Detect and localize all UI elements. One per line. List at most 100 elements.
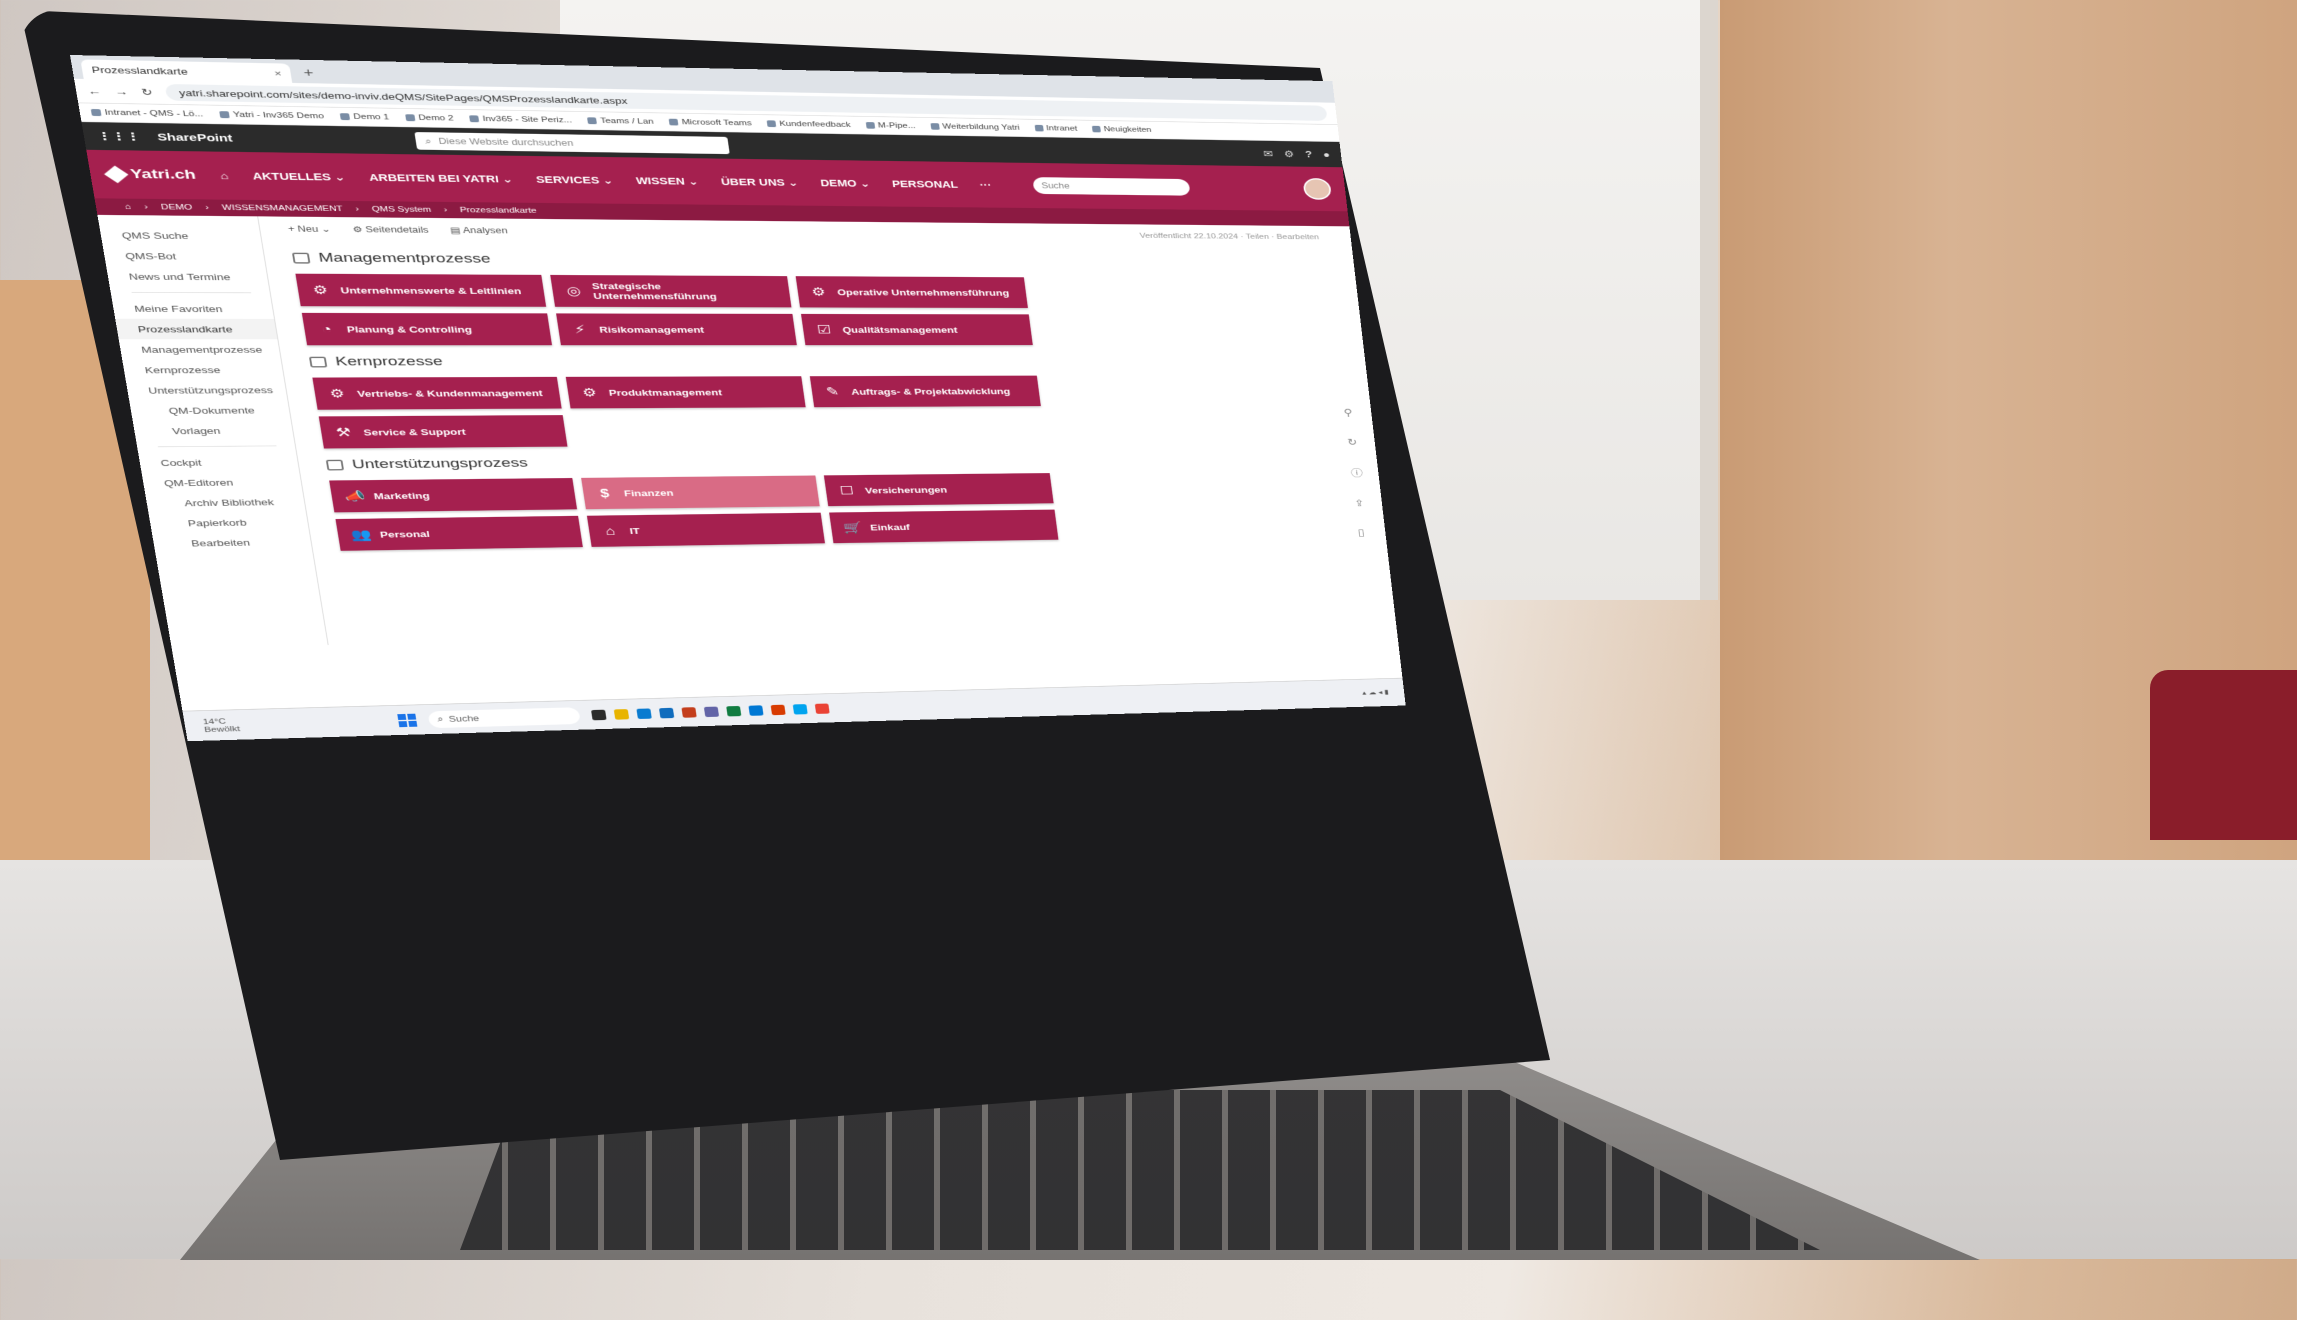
windows-start-icon[interactable] bbox=[396, 713, 417, 727]
taskbar-app-icon[interactable] bbox=[635, 708, 652, 719]
sidebar-item-vorlagen[interactable]: Vorlagen bbox=[153, 420, 293, 441]
taskbar-app-icon[interactable] bbox=[792, 703, 808, 715]
settings-icon[interactable]: ⚙ bbox=[1283, 148, 1294, 159]
sidebar-item-qm-editoren[interactable]: QM-Editoren bbox=[162, 471, 302, 493]
sidebar-item-bearbeiten[interactable]: Bearbeiten bbox=[173, 531, 313, 553]
page-details-button[interactable]: ⚙ Seitendetails bbox=[352, 225, 429, 235]
close-icon[interactable]: × bbox=[273, 68, 282, 78]
app-launcher-icon[interactable]: ⋮⋮⋮ bbox=[96, 130, 141, 143]
taskbar-app-icon[interactable] bbox=[814, 703, 830, 714]
nav-item-arbeiten[interactable]: ARBEITEN BEI YATRI ⌄ bbox=[368, 172, 513, 185]
chat-icon[interactable]: ✉ bbox=[1263, 148, 1274, 159]
bookmark[interactable]: Weiterbildung Yatri bbox=[930, 122, 1020, 132]
nav-item-demo[interactable]: DEMO ⌄ bbox=[820, 177, 871, 189]
bookmark[interactable]: Kundenfeedback bbox=[766, 120, 851, 129]
nav-item-aktuelles[interactable]: AKTUELLES ⌄ bbox=[252, 170, 347, 183]
tile-produktmanagement[interactable]: ⚙ Produktmanagement bbox=[565, 376, 806, 409]
taskbar-app-icon[interactable] bbox=[658, 707, 674, 719]
bookmark[interactable]: Inv365 - Site Periz... bbox=[469, 115, 572, 124]
taskbar-app-icon[interactable] bbox=[590, 709, 607, 721]
tile-personal[interactable]: 👥 Personal bbox=[335, 515, 583, 551]
sidebar-item-archiv[interactable]: Archiv Bibliothek bbox=[166, 491, 306, 513]
pin-icon[interactable]: ⚲ bbox=[1343, 407, 1356, 419]
tile-vertrieb[interactable]: ⚙ Vertriebs- & Kundenmanagement bbox=[312, 376, 562, 410]
sidebar-item-cockpit[interactable]: Cockpit bbox=[159, 451, 299, 472]
main-content: + Neu ⌄ ⚙ Seitendetails ▤ Analysen Veröf… bbox=[258, 216, 1396, 645]
nav-item-personal[interactable]: PERSONAL bbox=[891, 179, 958, 190]
tile-strategische-fuehrung[interactable]: ◎ Strategische Unternehmensführung bbox=[550, 274, 792, 308]
tile-service-support[interactable]: ⚒ Service & Support bbox=[318, 415, 568, 449]
reload-icon[interactable]: ↻ bbox=[140, 86, 153, 98]
sidebar-item-managementprozesse[interactable]: Managementprozesse bbox=[140, 339, 281, 359]
tile-finanzen[interactable]: $ Finanzen bbox=[581, 475, 820, 510]
sidebar-item-qms-suche[interactable]: QMS Suche bbox=[120, 225, 262, 247]
sidebar-item-qms-bot[interactable]: QMS-Bot bbox=[124, 245, 266, 266]
nav-search-input[interactable]: Suche bbox=[1032, 177, 1191, 196]
analytics-button[interactable]: ▤ Analysen bbox=[450, 226, 509, 236]
taskbar-app-icon[interactable] bbox=[613, 708, 629, 720]
bookmark[interactable]: Teams / Lan bbox=[587, 117, 654, 126]
checklist-icon: ☑ bbox=[815, 322, 832, 336]
breadcrumb-item[interactable]: WISSENSMANAGEMENT bbox=[221, 204, 343, 213]
home-icon[interactable]: ⌂ bbox=[219, 170, 229, 181]
tile-unternehmenswerte[interactable]: ⚙ Unternehmenswerte & Leitlinien bbox=[295, 273, 547, 307]
weather-widget[interactable]: 14°C Bewölkt bbox=[202, 717, 240, 733]
new-tab-button[interactable]: + bbox=[295, 66, 322, 84]
breadcrumb-item[interactable]: QMS System bbox=[371, 205, 432, 214]
site-logo[interactable]: Yatri.ch bbox=[104, 165, 197, 184]
tile-qualitaetsmanagement[interactable]: ☑ Qualitätsmanagement bbox=[800, 313, 1033, 346]
tile-auftragsabwicklung[interactable]: ✎ Auftrags- & Projektabwicklung bbox=[809, 375, 1041, 408]
bookmark[interactable]: Intranet bbox=[1034, 124, 1078, 133]
sharepoint-title[interactable]: SharePoint bbox=[156, 131, 233, 144]
system-tray[interactable]: ▴ ☁ ◂ ▮ bbox=[1362, 689, 1389, 696]
taskbar-app-icon[interactable] bbox=[680, 706, 697, 718]
nav-item-services[interactable]: SERVICES ⌄ bbox=[535, 174, 614, 186]
forward-icon[interactable]: → bbox=[114, 86, 129, 97]
page-status: Veröffentlicht 22.10.2024 · Teilen · Bea… bbox=[1139, 232, 1320, 242]
help-icon[interactable]: ? bbox=[1305, 149, 1313, 160]
sidebar-item-qm-dokumente[interactable]: QM-Dokumente bbox=[150, 400, 291, 421]
page-icon[interactable]: ▯ bbox=[1357, 527, 1370, 539]
refresh-icon[interactable]: ↻ bbox=[1347, 437, 1360, 448]
new-button[interactable]: + Neu ⌄ bbox=[287, 224, 331, 234]
browser-tab[interactable]: Prozesslandkarte × bbox=[80, 59, 293, 83]
taskbar-app-icon[interactable] bbox=[747, 705, 764, 716]
profile-icon[interactable]: ● bbox=[1322, 149, 1330, 160]
back-icon[interactable]: ← bbox=[87, 85, 102, 96]
sidebar-item-favoriten[interactable]: Meine Favoriten bbox=[133, 298, 274, 319]
taskbar-search[interactable]: ⌕ Suche bbox=[427, 706, 581, 728]
sidebar-item-news[interactable]: News und Termine bbox=[127, 266, 269, 287]
taskbar-app-icon[interactable] bbox=[725, 705, 741, 717]
sidebar-item-kernprozesse[interactable]: Kernprozesse bbox=[143, 359, 284, 380]
bookmark[interactable]: Demo 1 bbox=[340, 112, 390, 121]
avatar[interactable] bbox=[1302, 178, 1333, 200]
nav-item-wissen[interactable]: WISSEN ⌄ bbox=[635, 175, 699, 187]
sidebar-item-prozesslandkarte[interactable]: Prozesslandkarte bbox=[115, 318, 278, 340]
bookmark[interactable]: Demo 2 bbox=[405, 114, 454, 123]
tile-einkauf[interactable]: 🛒 Einkauf bbox=[829, 509, 1059, 544]
breadcrumb-item[interactable]: Prozesslandkarte bbox=[459, 206, 537, 215]
taskbar-app-icon[interactable] bbox=[770, 704, 786, 715]
taskbar-app-icon[interactable] bbox=[703, 706, 719, 717]
bookmark[interactable]: Yatri - Inv365 Demo bbox=[219, 110, 325, 120]
bookmark[interactable]: Microsoft Teams bbox=[668, 118, 752, 127]
bookmark[interactable]: Neuigkeiten bbox=[1091, 125, 1152, 134]
sidebar-item-unterstuetzungsprozess[interactable]: Unterstützungsprozess bbox=[147, 380, 288, 401]
info-icon[interactable]: ⓘ bbox=[1350, 466, 1363, 479]
tile-versicherungen[interactable]: ☐ Versicherungen bbox=[823, 473, 1054, 507]
share-icon[interactable]: ⇪ bbox=[1354, 497, 1367, 509]
tile-planung-controlling[interactable]: ◔ Planung & Controlling bbox=[301, 312, 553, 346]
tile-marketing[interactable]: 📣 Marketing bbox=[329, 477, 578, 513]
sidebar-item-papierkorb[interactable]: Papierkorb bbox=[169, 511, 309, 533]
site-search-input[interactable]: ⌕ Diese Website durchsuchen bbox=[414, 132, 730, 155]
nav-item-ueber-uns[interactable]: ÜBER UNS ⌄ bbox=[720, 176, 799, 188]
tile-operative-fuehrung[interactable]: ⚙ Operative Unternehmensführung bbox=[795, 276, 1028, 309]
computer-icon: ⌂ bbox=[604, 524, 617, 538]
bookmark[interactable]: Intranet - QMS - Lö... bbox=[90, 108, 204, 118]
breadcrumb-item[interactable]: DEMO bbox=[160, 203, 193, 212]
nav-more[interactable]: ··· bbox=[979, 180, 992, 191]
tile-it[interactable]: ⌂ IT bbox=[586, 512, 825, 547]
bookmark[interactable]: M-Pipe... bbox=[865, 121, 916, 130]
tile-risikomanagement[interactable]: ⚡ Risikomanagement bbox=[556, 313, 797, 346]
home-icon[interactable]: ⌂ bbox=[124, 203, 132, 211]
